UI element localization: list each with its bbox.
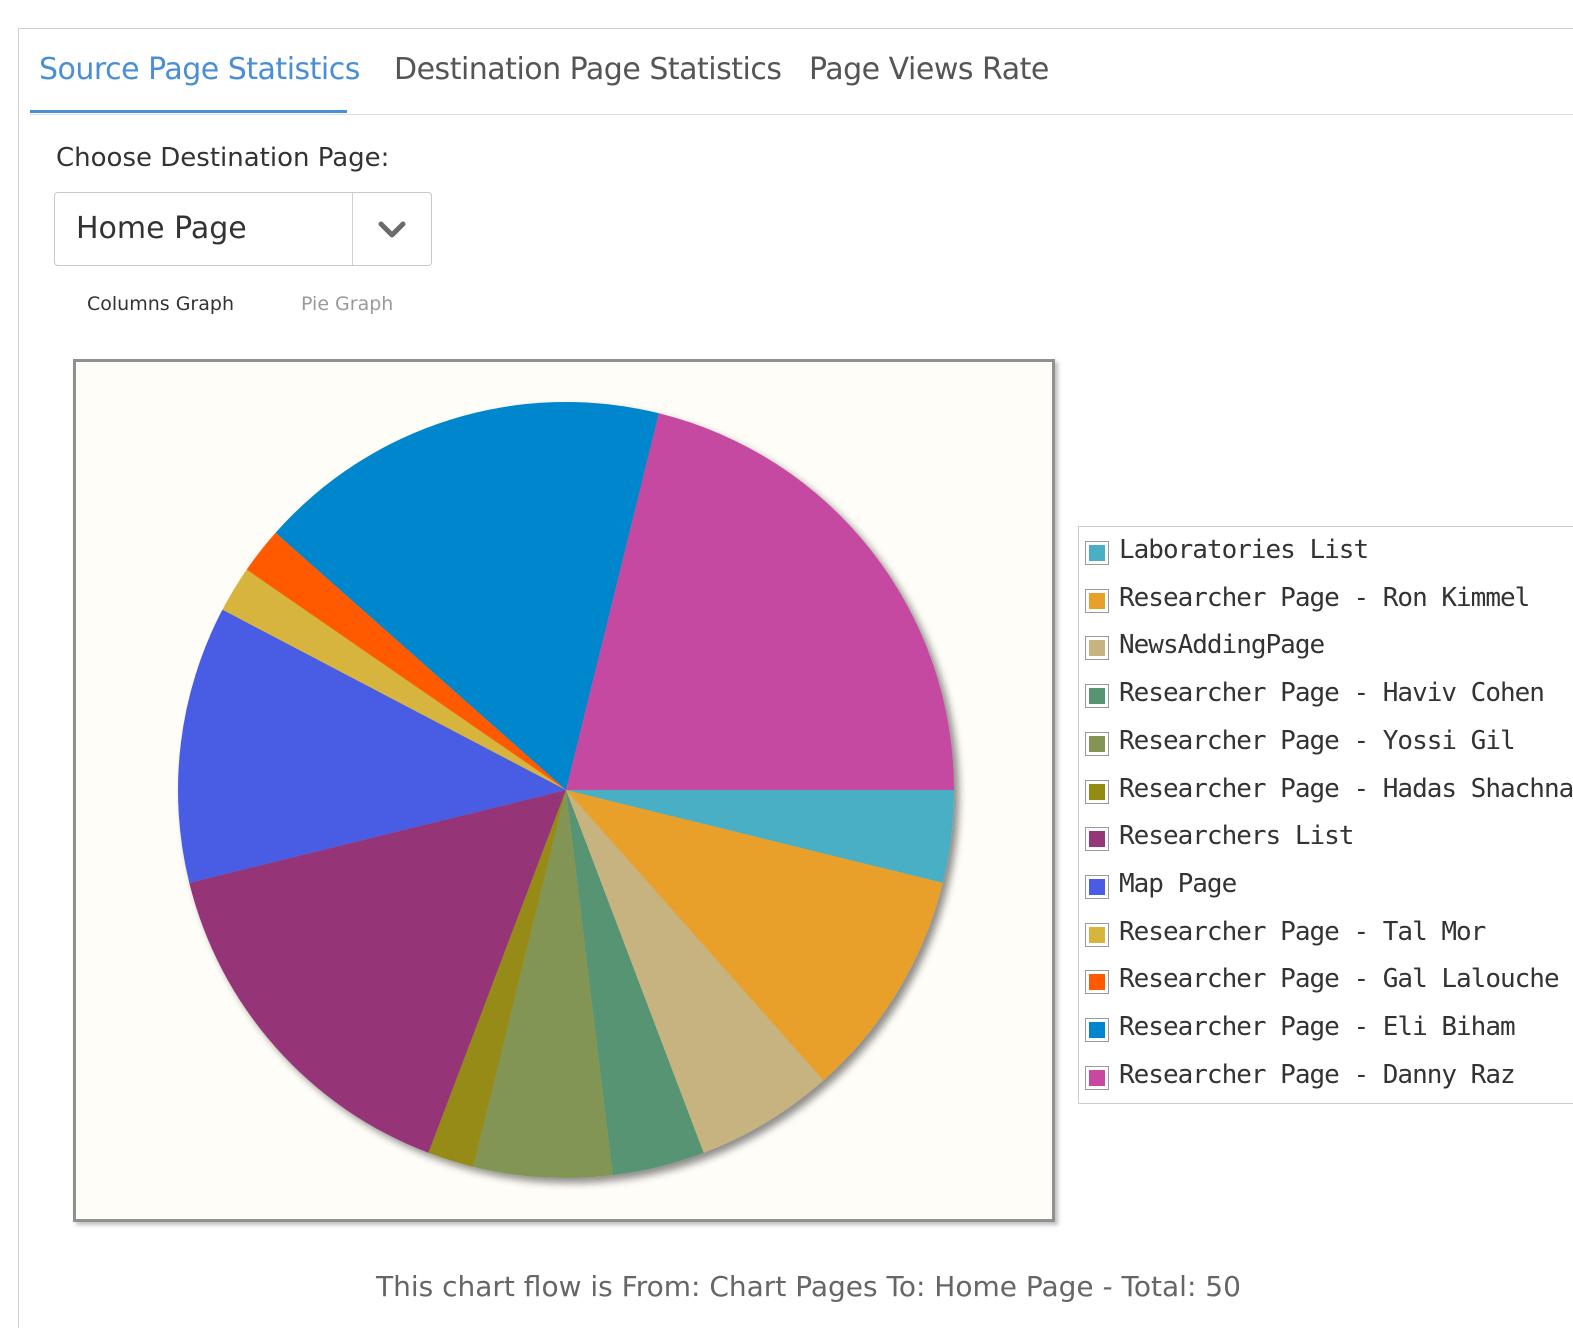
chart-flow-summary: This chart flow is From: Chart Pages To:… [376,1270,1241,1303]
legend-swatch-color [1089,783,1105,800]
legend-swatch-color [1089,1022,1105,1038]
destination-page-label: Choose Destination Page: [56,143,390,173]
legend-label: Researcher Page - Danny Raz [1119,1059,1516,1090]
legend-swatch-color [1089,974,1105,991]
legend-item[interactable]: Map Page [1085,869,1573,909]
legend-label: Researcher Page - Tal Mor [1119,916,1486,947]
legend-swatch [1085,922,1109,947]
legend-label: NewsAddingPage [1119,630,1325,661]
legend-item[interactable]: Researcher Page - Ron Kimmel [1085,583,1573,623]
legend-swatch-color [1089,831,1105,848]
tab-page-views-rate[interactable]: Page Views Rate [809,52,1049,87]
legend-item[interactable]: Researcher Page - Hadas Shachnai [1085,774,1573,814]
legend-label: Researcher Page - Yossi Gil [1119,725,1516,756]
legend-item[interactable]: Researcher Page - Gal Lalouche [1085,964,1573,1004]
active-tab-indicator [30,110,347,113]
legend-label: Map Page [1119,868,1237,899]
legend-item[interactable]: Researcher Page - Tal Mor [1085,917,1573,957]
destination-page-selected-value: Home Page [76,211,247,246]
legend-item[interactable]: Researcher Page - Yossi Gil [1085,726,1573,766]
chart-legend: Laboratories List Researcher Page - Ron K… [1078,526,1573,1104]
legend-swatch-color [1089,688,1105,705]
legend-swatch-color [1089,545,1105,561]
legend-swatch-color [1089,640,1105,657]
legend-swatch [1085,779,1109,804]
pie-graph-button[interactable]: Pie Graph [301,293,393,315]
legend-item[interactable]: Researchers List [1085,821,1573,861]
chevron-down-icon[interactable] [375,217,409,243]
legend-swatch [1085,636,1109,661]
legend-swatch [1085,874,1109,899]
tab-destination-page-statistics[interactable]: Destination Page Statistics [394,52,782,87]
legend-swatch [1085,970,1109,995]
legend-label: Researcher Page - Hadas Shachnai [1119,773,1573,804]
legend-item[interactable]: Laboratories List [1085,535,1573,575]
legend-swatch [1085,684,1109,709]
legend-swatch [1085,1018,1109,1042]
tab-source-page-statistics[interactable]: Source Page Statistics [39,52,360,87]
legend-item[interactable]: NewsAddingPage [1085,630,1573,670]
legend-label: Researcher Page - Eli Biham [1119,1012,1516,1042]
legend-swatch-color [1089,592,1105,609]
legend-label: Researchers List [1119,821,1354,852]
legend-swatch [1085,588,1109,613]
legend-swatch-color [1089,735,1105,752]
destination-page-select[interactable]: Home Page [54,192,432,266]
legend-item[interactable]: Researcher Page - Haviv Cohen [1085,678,1573,718]
legend-swatch [1085,1065,1109,1090]
legend-label: Laboratories List [1119,535,1369,565]
columns-graph-button[interactable]: Columns Graph [87,293,234,315]
pie-slices [178,402,954,1178]
select-divider [352,193,353,265]
legend-swatch-color [1089,926,1105,943]
legend-item[interactable]: Researcher Page - Eli Biham [1085,1012,1573,1052]
legend-swatch [1085,731,1109,756]
legend-swatch [1085,541,1109,565]
legend-item[interactable]: Researcher Page - Danny Raz [1085,1060,1573,1100]
pie-chart-container [73,359,1055,1222]
legend-label: Researcher Page - Gal Lalouche [1119,964,1560,995]
legend-label: Researcher Page - Ron Kimmel [1119,582,1530,613]
legend-label: Researcher Page - Haviv Cohen [1119,678,1545,709]
legend-swatch [1085,827,1109,852]
tab-bar: Source Page Statistics Destination Page … [30,36,1573,115]
pie-chart [178,402,954,1178]
legend-swatch-color [1089,878,1105,895]
legend-swatch-color [1089,1069,1105,1086]
